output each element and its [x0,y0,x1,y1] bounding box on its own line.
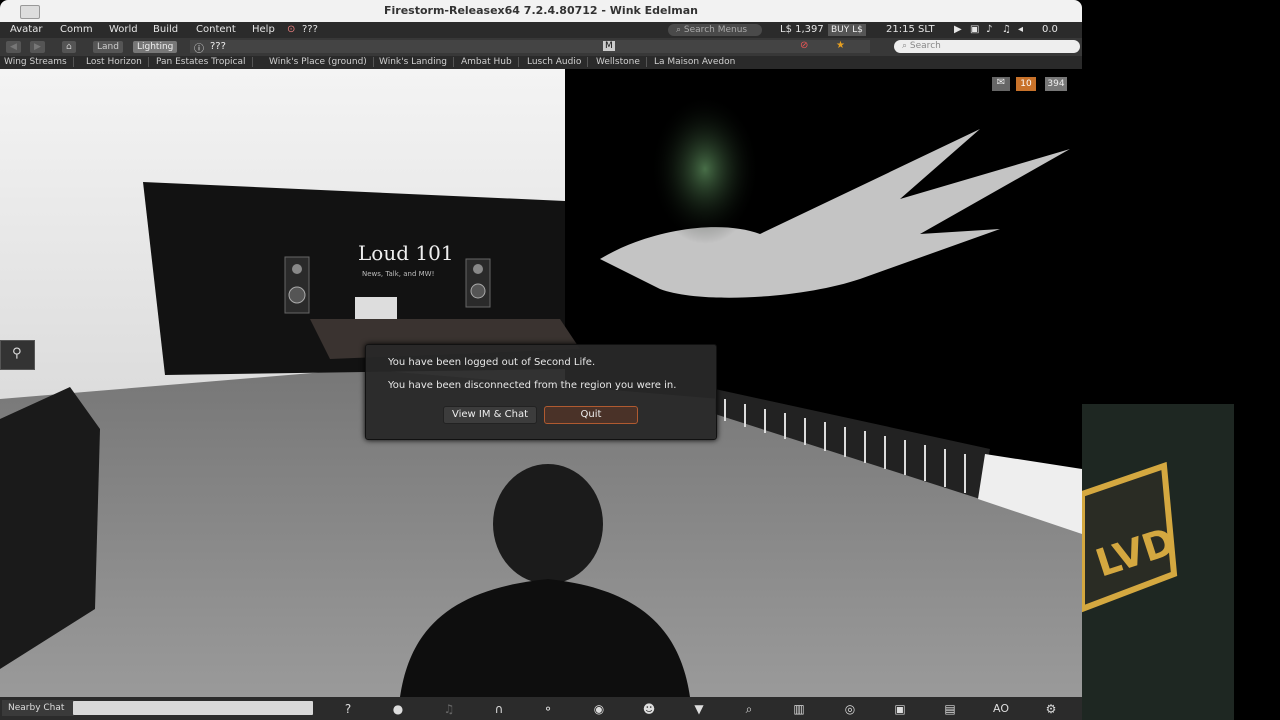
m-button[interactable]: M [603,41,615,51]
microphone-icon[interactable]: ♫ [438,701,460,717]
view-im-chat-button[interactable]: View IM & Chat [443,406,537,424]
chat-bubble-icon[interactable]: ● [387,701,409,717]
settings-icon[interactable]: ⚙ [1040,701,1062,717]
favorite-star-icon[interactable]: ★ [836,40,845,51]
help-icon[interactable]: ? [337,701,359,717]
search-icon: ⌕ [902,41,908,51]
back-button[interactable]: ◀ [6,41,21,53]
shirt-icon[interactable]: ▼ [688,701,710,717]
eye-icon[interactable]: ◉ [588,701,610,717]
map-pin-icon: ⚲ [12,346,22,361]
quit-button[interactable]: Quit [544,406,638,424]
logout-dialog: You have been logged out of Second Life.… [365,344,717,440]
title-bar: Firestorm-Releasex64 7.2.4.80712 - Wink … [0,0,1082,22]
info-icon[interactable]: ⓘ [194,40,204,55]
magnify-icon[interactable]: ⌕ [738,701,760,717]
menu-bar: Avatar Comm World Build Content Help ⊙ ?… [0,22,1082,38]
walk-icon[interactable]: ⚬ [537,701,559,717]
favorite-item[interactable]: Wing Streams [4,57,74,67]
favorite-item[interactable]: Wink's Place (ground) [269,57,374,67]
notices-count[interactable]: 10 [1016,77,1036,91]
favorite-item[interactable]: Pan Estates Tropical [156,57,253,67]
camera-icon[interactable]: ▣ [889,701,911,717]
side-panel: LVD [1082,404,1234,720]
menu-qmarks: ??? [302,24,318,35]
menu-content[interactable]: Content [196,24,236,35]
ao-button[interactable]: AO [988,701,1014,717]
scene-sign-subtext: News, Talk, and MW! [362,270,434,278]
search-icon: ⌕ [676,25,682,35]
buy-button[interactable]: BUY L$ [828,24,866,36]
side-panel-render: LVD [1082,404,1234,720]
nearby-chat-button[interactable]: Nearby Chat [2,700,74,716]
menu-avatar[interactable]: Avatar [10,24,42,35]
favorite-item[interactable]: Lost Horizon [86,57,149,67]
people-icon[interactable]: ☻ [638,701,660,717]
favorite-item[interactable]: Wink's Landing [379,57,455,67]
search-input[interactable]: ⌕ Search [894,40,1080,53]
hud-counter[interactable]: 394 [1045,77,1067,91]
favorites-bar: Wing Streams Lost Horizon Pan Estates Tr… [0,56,1082,69]
inventory-icon[interactable]: ▤ [939,701,961,717]
headset-icon[interactable]: ∩ [488,701,510,717]
land-button[interactable]: Land [93,41,123,53]
scene-sign: Loud 101 [358,241,454,265]
forward-button[interactable]: ▶ [30,41,45,53]
window-title: Firestorm-Releasex64 7.2.4.80712 - Wink … [383,4,698,17]
location-text: ??? [210,41,226,52]
favorite-item[interactable]: Lusch Audio [527,57,589,67]
location-bar[interactable]: ⓘ ??? M ⊘ ★ [190,40,870,55]
balance[interactable]: L$ 1,397 [780,24,824,35]
menu-comm[interactable]: Comm [60,24,93,35]
search-menus-input[interactable]: ⌕ Search Menus [668,24,762,36]
chat-input[interactable] [73,701,313,715]
clock: 21:15 SLT [886,24,935,35]
map-icon[interactable]: ▥ [788,701,810,717]
dialog-message-line2: You have been disconnected from the regi… [388,380,677,391]
home-icon[interactable]: ⌂ [62,41,76,53]
no-voice-icon: ⊘ [800,40,809,51]
volume-icon[interactable]: ◂ [1018,24,1023,35]
favorite-item[interactable]: Ambat Hub [461,57,519,67]
menu-build[interactable]: Build [153,24,178,35]
navigation-bar: ◀ ▶ ⌂ Land Lighting ⓘ ??? M ⊘ ★ ⌕ Search [0,38,1082,56]
menu-help[interactable]: Help [252,24,275,35]
sound-icon[interactable]: ♪ [986,24,992,35]
bottom-toolbar: Nearby Chat ? ● ♫ ∩ ⚬ ◉ ☻ ▼ ⌕ ▥ ◎ ▣ ▤ AO… [0,697,1082,720]
radar-icon[interactable]: ◎ [839,701,861,717]
lighting-button[interactable]: Lighting [133,41,178,53]
media-icon[interactable]: ▶ [954,24,962,35]
monitor-icon[interactable]: ▣ [970,24,979,35]
fps-readout: 0.0 [1042,24,1058,35]
notification-icon[interactable]: ✉ [992,77,1010,91]
menu-world[interactable]: World [109,24,138,35]
favorite-item[interactable]: La Maison Avedon [654,57,741,67]
stream-icon[interactable]: ♫ [1002,24,1011,35]
dialog-message-line1: You have been logged out of Second Life. [388,357,596,368]
favorite-item[interactable]: Wellstone [596,57,647,67]
eye-icon[interactable]: ⊙ [287,24,295,35]
minimap-button[interactable]: ⚲ [0,340,35,370]
